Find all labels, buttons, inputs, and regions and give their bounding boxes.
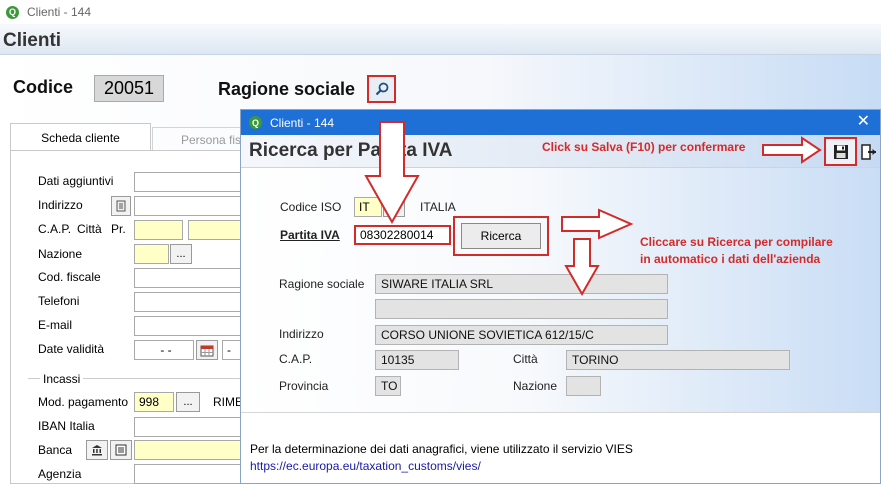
- cod-fiscale-input[interactable]: [134, 268, 242, 288]
- mod-pagamento-input[interactable]: 998: [134, 392, 174, 412]
- banca-list-button[interactable]: [110, 440, 132, 460]
- date-from-calendar-button[interactable]: [196, 340, 218, 360]
- indirizzo-label: Indirizzo: [38, 198, 83, 212]
- dati-aggiuntivi-input[interactable]: [134, 172, 242, 192]
- ricerca-hint-line1: Cliccare su Ricerca per compilare: [640, 235, 833, 249]
- date-validita-label: Date validità: [38, 342, 105, 356]
- dialog-app-icon: Q: [249, 116, 262, 129]
- iban-input[interactable]: [134, 417, 242, 437]
- address-book-button[interactable]: [111, 196, 131, 216]
- main-window-title: Clienti - 144: [27, 5, 92, 19]
- partita-iva-label: Partita IVA: [280, 228, 340, 242]
- dlg-cap-label: C.A.P.: [279, 352, 313, 366]
- country-name: ITALIA: [420, 200, 456, 214]
- agenzia-label: Agenzia: [38, 467, 82, 481]
- close-icon[interactable]: ✕: [857, 113, 870, 131]
- codice-field[interactable]: 20051: [94, 75, 164, 102]
- pr-label: Pr.: [111, 222, 126, 236]
- vies-link[interactable]: https://ec.europa.eu/taxation_customs/vi…: [250, 459, 481, 473]
- dlg-ragione-sociale-value-2: [375, 299, 668, 319]
- telefoni-label: Telefoni: [38, 294, 80, 308]
- nazione-label: Nazione: [38, 247, 83, 261]
- mod-pagamento-label: Mod. pagamento: [38, 395, 129, 409]
- tab-scheda-cliente[interactable]: Scheda cliente: [10, 123, 151, 151]
- banca-label: Banca: [38, 443, 73, 457]
- ricerca-hint-line2: in automatico i dati dell'azienda: [640, 252, 821, 266]
- banca-input[interactable]: [134, 440, 242, 460]
- dati-aggiuntivi-label: Dati aggiuntivi: [38, 174, 114, 188]
- incassi-group-label: Incassi: [40, 372, 84, 386]
- main-title-bar: Q Clienti - 144: [0, 0, 881, 24]
- save-button[interactable]: [824, 137, 857, 166]
- app-logo-icon: Q: [6, 5, 19, 19]
- dlg-provincia-label: Provincia: [279, 379, 329, 393]
- floppy-disk-icon: [833, 144, 848, 159]
- list-icon: [115, 444, 127, 456]
- arrow-down-to-partita-iva-icon: [364, 121, 420, 225]
- email-input[interactable]: [134, 316, 242, 336]
- dlg-ragione-sociale-label: Ragione sociale: [279, 277, 365, 291]
- page-title: Clienti: [3, 30, 62, 51]
- ricerca-partita-iva-dialog: Q Clienti - 144 ✕ Ricerca per Partita IV…: [240, 109, 881, 484]
- dialog-title: Ricerca per Partita IVA: [249, 140, 453, 161]
- nazione-browse-button[interactable]: ...: [170, 244, 192, 264]
- mod-pagamento-browse-button[interactable]: ...: [176, 392, 200, 412]
- vies-info-text: Per la determinazione dei dati anagrafic…: [250, 442, 633, 456]
- ricerca-button[interactable]: Ricerca: [461, 223, 541, 249]
- ragione-sociale-label: Ragione sociale: [218, 79, 356, 99]
- dialog-title-bar: Q Clienti - 144 ✕: [241, 110, 880, 135]
- notepad-icon: [116, 200, 126, 212]
- bank-icon: [92, 445, 102, 456]
- date-from-input[interactable]: - -: [134, 340, 194, 360]
- dialog-window-title: Clienti - 144: [270, 115, 335, 130]
- dlg-nazione-label: Nazione: [513, 379, 558, 393]
- arrow-right-to-save-icon: [762, 136, 822, 164]
- exit-door-icon: [861, 144, 876, 160]
- arrow-right-to-hint-icon: [561, 208, 634, 240]
- dlg-citta-label: Città: [513, 352, 538, 366]
- nazione-input[interactable]: [134, 244, 169, 264]
- indirizzo-input[interactable]: [134, 196, 242, 216]
- date-to-input[interactable]: -: [222, 340, 242, 360]
- dlg-cap-value: 10135: [375, 350, 459, 370]
- email-label: E-mail: [38, 318, 73, 332]
- arrow-down-to-fields-icon: [564, 238, 600, 297]
- cap-label: C.A.P.: [38, 222, 72, 236]
- dlg-citta-value: TORINO: [566, 350, 790, 370]
- main-header: Clienti: [0, 24, 881, 55]
- agenzia-input[interactable]: [134, 464, 242, 484]
- save-hint-annotation: Click su Salva (F10) per confermare: [542, 140, 746, 154]
- mod-pagamento-description: RIMESSA: [213, 395, 242, 409]
- iban-label: IBAN Italia: [38, 419, 95, 433]
- tab-persona-fisica[interactable]: Persona fisica: [152, 127, 244, 151]
- citta-label: Città: [77, 222, 102, 236]
- codice-iso-label: Codice ISO: [280, 200, 342, 214]
- dlg-indirizzo-value: CORSO UNIONE SOVIETICA 612/15/C: [375, 325, 668, 345]
- dlg-provincia-value: TO: [375, 376, 401, 396]
- telefoni-input[interactable]: [134, 292, 242, 312]
- calendar-icon: [200, 345, 214, 356]
- search-partita-iva-button[interactable]: [367, 75, 396, 103]
- dlg-ragione-sociale-value: SIWARE ITALIA SRL: [375, 274, 668, 294]
- cap-input[interactable]: [134, 220, 183, 240]
- dlg-indirizzo-label: Indirizzo: [279, 327, 324, 341]
- partita-iva-input[interactable]: 08302280014: [354, 225, 451, 245]
- citta-input[interactable]: [188, 220, 242, 240]
- codice-label: Codice: [13, 77, 74, 97]
- cod-fiscale-label: Cod. fiscale: [38, 270, 101, 284]
- exit-button[interactable]: [858, 140, 880, 164]
- dlg-nazione-value: [566, 376, 601, 396]
- banca-filter-button[interactable]: [86, 440, 108, 460]
- magnifier-icon: [375, 82, 388, 96]
